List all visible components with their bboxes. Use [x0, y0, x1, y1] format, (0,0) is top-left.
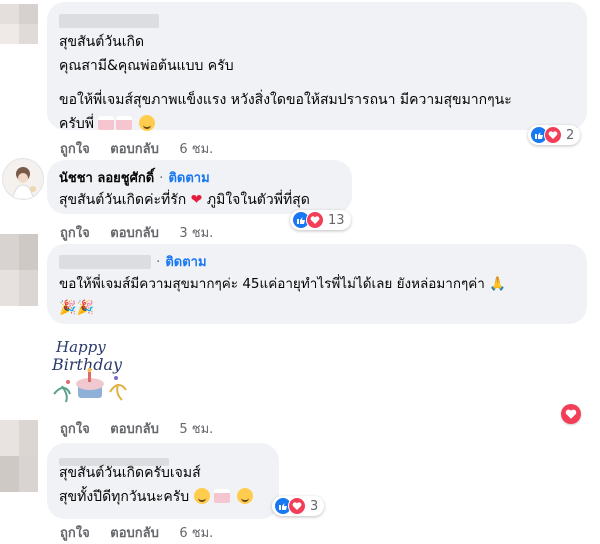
comment-bubble: สุขสันต์วันเกิด คุณสามี&คุณพ่อต้นแบบ ครั…	[47, 2, 587, 132]
like-button[interactable]: ถูกใจ	[60, 526, 90, 541]
timestamp[interactable]: 3 ชม.	[179, 226, 213, 241]
reaction-summary[interactable]: 13	[290, 210, 351, 230]
reaction-count: 13	[328, 212, 345, 228]
reaction-summary[interactable]: 3	[272, 496, 325, 516]
birthday-cake-emoji	[116, 116, 133, 130]
love-icon	[288, 497, 306, 515]
comment-text: สุขทั้งปีดีทุกวันนะครับ	[59, 489, 190, 505]
reply-button[interactable]: ตอบกลับ	[110, 526, 159, 541]
comment-text-line: สุขสันต์วันเกิดค่ะที่รัก ❤ ภูมิใจในตัวพี…	[59, 188, 340, 212]
comment-text: ขอให้พี่เจมส์มีความสุขมากๆค่ะ 45แค่อายุท…	[59, 276, 485, 292]
comment-text: ครับพี่	[59, 116, 94, 132]
party-popper-emoji: 🎉	[76, 300, 94, 316]
comment-text: สุขสันต์วันเกิดค่ะที่รัก	[59, 192, 187, 208]
timestamp[interactable]: 6 ชม.	[179, 142, 213, 157]
smiling-face-emoji	[138, 115, 155, 131]
reaction-summary[interactable]: 2	[528, 125, 581, 145]
comment-actions: ถูกใจ ตอบกลับ 3 ชม.	[60, 222, 229, 243]
sticker-text: Birthday	[51, 355, 123, 374]
reply-button[interactable]: ตอบกลับ	[110, 422, 159, 437]
timestamp[interactable]: 5 ชม.	[179, 422, 213, 437]
comment-text: ภูมิใจในตัวพี่ที่สุด	[206, 192, 310, 208]
emoji-line: 🎉🎉	[59, 296, 575, 320]
avatar[interactable]	[0, 4, 38, 44]
comment-actions: ถูกใจ ตอบกลับ 5 ชม.	[60, 418, 229, 439]
separator-dot: ·	[159, 171, 164, 186]
birthday-cake-emoji	[214, 489, 231, 503]
smiling-face-emoji	[193, 488, 210, 504]
author-name-redacted[interactable]	[59, 451, 267, 466]
avatar[interactable]	[0, 234, 38, 306]
birthday-sticker[interactable]: Happy Birthday	[48, 334, 134, 410]
comment-text-line: คุณสามี&คุณพ่อต้นแบบ ครับ	[59, 58, 234, 74]
comment-text-line: สุขสันต์วันเกิด	[59, 34, 145, 50]
comment-actions: ถูกใจ ตอบกลับ 6 ชม.	[60, 522, 229, 543]
comment-text-line: สุขสันต์วันเกิดครับเจมส์	[59, 465, 201, 481]
timestamp[interactable]: 6 ชม.	[179, 526, 213, 541]
reply-button[interactable]: ตอบกลับ	[110, 142, 159, 157]
author-name[interactable]: นัชชา ลอยชูศักดิ์	[59, 171, 154, 186]
smiling-face-emoji	[236, 488, 253, 504]
love-reaction-button[interactable]	[561, 404, 581, 424]
like-button[interactable]: ถูกใจ	[60, 226, 90, 241]
comment-actions: ถูกใจ ตอบกลับ 6 ชม.	[60, 138, 229, 159]
reply-button[interactable]: ตอบกลับ	[110, 226, 159, 241]
love-icon	[306, 211, 324, 229]
birthday-cake-emoji	[98, 116, 115, 130]
comment-bubble: · ติดตาม ขอให้พี่เจมส์มีความสุขมากๆค่ะ 4…	[47, 244, 587, 324]
avatar[interactable]	[2, 158, 44, 200]
like-button[interactable]: ถูกใจ	[60, 142, 90, 157]
avatar[interactable]	[0, 420, 38, 492]
sticker-text: Happy	[55, 338, 106, 356]
comment-spacer	[59, 78, 575, 88]
comment-text-line: ขอให้พี่เจมส์มีความสุขมากๆค่ะ 45แค่อายุท…	[59, 272, 575, 296]
like-button[interactable]: ถูกใจ	[60, 422, 90, 437]
comment-bubble: สุขสันต์วันเกิดครับเจมส์ สุขทั้งปีดีทุกว…	[47, 443, 279, 519]
comment-text-line: ขอให้พี่เจมส์สุขภาพแข็งแรง หวังสิ่งใดขอใ…	[59, 92, 512, 108]
party-popper-emoji: 🎉	[59, 300, 77, 316]
separator-dot: ·	[156, 255, 161, 270]
red-heart-emoji: ❤	[190, 192, 203, 208]
reaction-count: 3	[310, 498, 319, 514]
reaction-count: 2	[566, 127, 575, 143]
folded-hands-emoji: 🙏	[489, 276, 506, 292]
follow-button[interactable]: ติดตาม	[168, 171, 209, 186]
author-name-redacted[interactable]	[59, 254, 151, 269]
comment-text-line-with-emoji: ครับพี่	[59, 112, 575, 136]
author-name-redacted[interactable]	[59, 10, 575, 28]
love-icon	[544, 126, 562, 144]
comment-text-line-with-emoji: สุขทั้งปีดีทุกวันนะครับ	[59, 485, 267, 509]
comment-bubble: นัชชา ลอยชูศักดิ์ · ติดตาม สุขสันต์วันเก…	[47, 160, 352, 214]
follow-button[interactable]: ติดตาม	[165, 255, 206, 270]
